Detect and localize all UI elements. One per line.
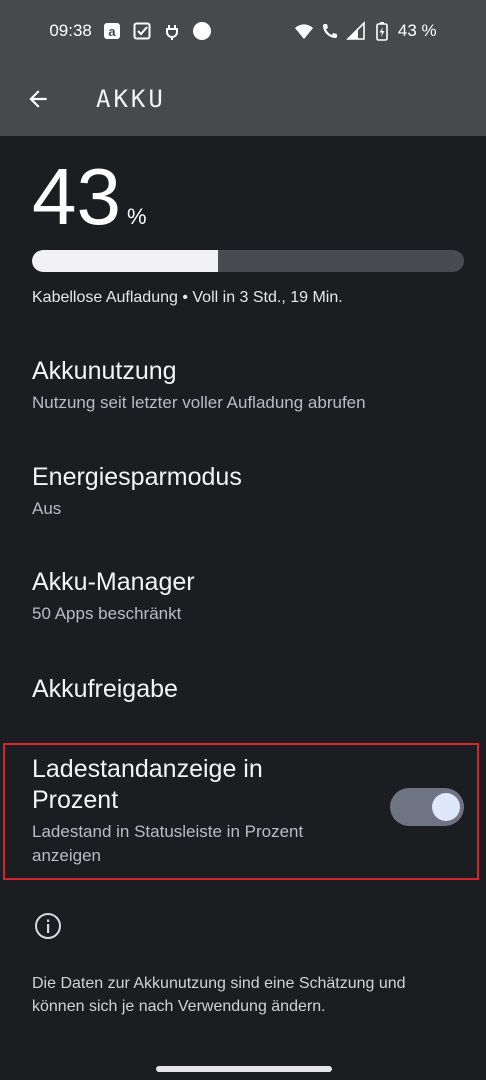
battery-progress-fill: [32, 250, 218, 272]
status-right-group: 43 %: [294, 21, 437, 41]
charging-status-text: Kabellose Aufladung • Voll in 3 Std., 19…: [32, 289, 343, 306]
battery-progress-bar: [32, 250, 464, 272]
pref-title: Akku-Manager: [32, 568, 195, 596]
amazon-icon: a: [102, 21, 122, 41]
battery-charging-icon: [372, 21, 392, 41]
back-button[interactable]: [18, 79, 58, 119]
pref-title: Energiesparmodus: [32, 463, 242, 491]
charging-plug-icon: [162, 21, 182, 41]
dot-icon: [192, 21, 212, 41]
status-bar-content: 09:38 a 43 %: [49, 21, 437, 41]
footer-info-text: Die Daten zur Akkunutzung sind eine Schä…: [32, 975, 406, 1015]
battery-percentage-switch[interactable]: [390, 788, 464, 826]
pref-battery-saver[interactable]: Energiesparmodus Aus: [32, 462, 472, 521]
pref-battery-manager[interactable]: Akku-Manager 50 Apps beschränkt: [32, 567, 472, 626]
wifi-call-icon: [320, 21, 340, 41]
pref-summary: 50 Apps beschränkt: [32, 604, 182, 623]
pref-summary: Nutzung seit letzter voller Aufladung ab…: [32, 393, 366, 412]
pref-battery-share[interactable]: Akkufreigabe: [32, 674, 472, 705]
status-left-group: 09:38 a: [49, 21, 212, 41]
arrow-left-icon: [29, 90, 47, 108]
status-battery-text: 43 %: [397, 21, 437, 40]
signal-icon: [345, 21, 366, 41]
battery-level-display: 43 %: [32, 156, 147, 238]
battery-level-unit: %: [126, 204, 147, 229]
status-bar: 09:38 a 43 %: [0, 0, 486, 62]
pref-title: Akkufreigabe: [32, 675, 178, 703]
pref-battery-usage[interactable]: Akkunutzung Nutzung seit letzter voller …: [32, 356, 472, 415]
gesture-nav-handle[interactable]: [156, 1066, 332, 1072]
info-icon: [35, 913, 61, 939]
switch-knob: [432, 793, 460, 821]
pref-summary: Aus: [32, 499, 62, 518]
battery-level-value: 43: [32, 152, 121, 241]
pref-title: Akkunutzung: [32, 357, 177, 385]
svg-text:a: a: [108, 24, 116, 39]
checkbox-icon: [132, 21, 152, 41]
pref-battery-percentage-title[interactable]: Ladestandanzeige in Prozent: [32, 754, 352, 816]
wifi-icon: [294, 21, 314, 41]
page-title: AKKU: [96, 85, 166, 113]
pref-battery-percentage-summary: Ladestand in Statusleiste in Prozent anz…: [32, 822, 304, 865]
status-time: 09:38: [49, 21, 92, 40]
app-bar: AKKU: [0, 62, 486, 136]
